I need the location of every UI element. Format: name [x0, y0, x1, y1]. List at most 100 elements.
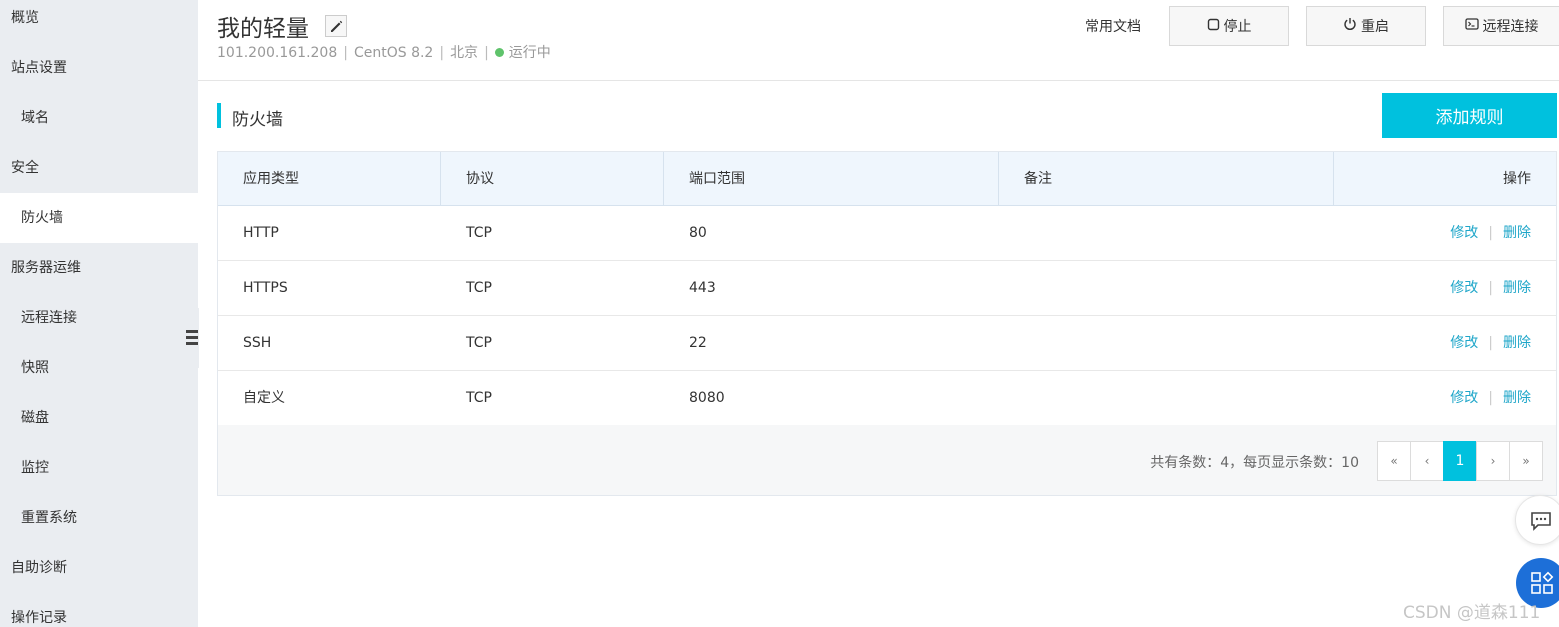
- edit-rule-link[interactable]: 修改: [1450, 280, 1478, 296]
- table-footer: 共有条数：4，每页显示条数：10 « ‹ 1 › »: [218, 425, 1556, 495]
- sidebar-item-self-diagnosis[interactable]: 自助诊断: [0, 550, 198, 600]
- remote-connect-button-label: 远程连接: [1482, 19, 1539, 35]
- cell-app-type: 自定义: [243, 390, 285, 406]
- cell-port-range: 443: [689, 280, 716, 296]
- cell-app-type: HTTP: [243, 225, 279, 241]
- watermark: CSDN @道森111: [1403, 603, 1541, 623]
- sidebar-item-label: 监控: [21, 460, 49, 476]
- cell-protocol: TCP: [466, 390, 492, 406]
- delete-rule-link[interactable]: 删除: [1503, 335, 1531, 351]
- cell-protocol: TCP: [466, 335, 492, 351]
- info-separator: |: [484, 45, 489, 61]
- sidebar-item-firewall[interactable]: 防火墙: [0, 193, 198, 243]
- sidebar-item-site-settings[interactable]: 站点设置: [0, 50, 198, 100]
- cell-port-range: 22: [689, 335, 707, 351]
- section-accent-bar: [217, 103, 221, 128]
- first-page-button[interactable]: «: [1377, 441, 1411, 481]
- stop-icon: [1207, 18, 1220, 35]
- docs-link[interactable]: 常用文档: [1085, 16, 1141, 36]
- power-icon: [1343, 17, 1357, 35]
- column-header-protocol: 协议: [441, 152, 664, 206]
- action-separator: |: [1488, 335, 1493, 351]
- sidebar-item-label: 自助诊断: [11, 560, 67, 576]
- table-row: 自定义 TCP 8080 修改 | 删除: [218, 371, 1556, 426]
- section-title: 防火墙: [232, 110, 283, 130]
- sidebar-item-label: 站点设置: [11, 60, 67, 76]
- sidebar-item-domain[interactable]: 域名: [0, 100, 198, 150]
- instance-region: 北京: [450, 45, 479, 61]
- add-rule-button[interactable]: 添加规则: [1382, 93, 1557, 138]
- info-separator: |: [343, 45, 348, 61]
- sidebar-item-label: 快照: [21, 360, 49, 376]
- table-row: HTTP TCP 80 修改 | 删除: [218, 206, 1556, 261]
- next-page-button[interactable]: ›: [1476, 441, 1510, 481]
- action-separator: |: [1488, 225, 1493, 241]
- action-separator: |: [1488, 390, 1493, 406]
- column-header-app-type: 应用类型: [218, 152, 441, 206]
- sidebar: 概览 站点设置 域名 安全 防火墙 服务器运维 远程连接 快照 磁盘 监控 重置…: [0, 0, 198, 627]
- instance-header: 我的轻量 101.200.161.208 | CentOS 8.2 | 北京 | 运行中 常…: [198, 0, 1559, 81]
- pagination-summary: 共有条数：4，每页显示条数：10: [1150, 455, 1359, 471]
- instance-ip: 101.200.161.208: [217, 45, 338, 61]
- sidebar-item-monitor[interactable]: 监控: [0, 450, 198, 500]
- sidebar-item-label: 远程连接: [21, 310, 77, 326]
- sidebar-item-label: 安全: [11, 160, 39, 176]
- sidebar-item-overview[interactable]: 概览: [0, 0, 198, 50]
- edit-rule-link[interactable]: 修改: [1450, 225, 1478, 241]
- sidebar-item-label: 操作记录: [11, 610, 67, 626]
- delete-rule-link[interactable]: 删除: [1503, 225, 1531, 241]
- sidebar-item-remote-connect[interactable]: 远程连接: [0, 300, 198, 350]
- table-row: SSH TCP 22 修改 | 删除: [218, 316, 1556, 371]
- sidebar-item-label: 服务器运维: [11, 260, 81, 276]
- prev-page-button[interactable]: ‹: [1410, 441, 1444, 481]
- sidebar-item-label: 域名: [21, 110, 49, 126]
- row-actions: 修改 | 删除: [1450, 206, 1531, 260]
- pagination: « ‹ 1 › »: [1377, 441, 1543, 481]
- sidebar-item-label: 概览: [11, 10, 39, 26]
- action-separator: |: [1488, 280, 1493, 296]
- column-header-actions: 操作: [1503, 171, 1531, 187]
- page-title: 我的轻量: [217, 16, 309, 42]
- status-dot-icon: [494, 48, 504, 57]
- table-row: HTTPS TCP 443 修改 | 删除: [218, 261, 1556, 316]
- chat-float-button[interactable]: [1515, 495, 1559, 545]
- cell-port-range: 8080: [689, 390, 725, 406]
- delete-rule-link[interactable]: 删除: [1503, 390, 1531, 406]
- instance-os: CentOS 8.2: [353, 45, 434, 61]
- remote-connect-button[interactable]: 远程连接: [1443, 6, 1559, 46]
- row-actions: 修改 | 删除: [1450, 316, 1531, 370]
- column-header-note: 备注: [999, 152, 1334, 206]
- chat-icon: [1530, 511, 1552, 535]
- sidebar-item-operation-log[interactable]: 操作记录: [0, 600, 198, 627]
- collapse-icon: [186, 330, 198, 346]
- edit-icon[interactable]: [325, 15, 347, 37]
- sidebar-collapse-handle[interactable]: [181, 308, 199, 368]
- terminal-icon: [1464, 17, 1479, 35]
- sidebar-item-snapshot[interactable]: 快照: [0, 350, 198, 400]
- instance-status: 运行中: [508, 45, 551, 61]
- cell-app-type: HTTPS: [243, 280, 288, 296]
- sidebar-item-server-ops[interactable]: 服务器运维: [0, 250, 198, 300]
- row-actions: 修改 | 删除: [1450, 261, 1531, 315]
- sidebar-item-label: 重置系统: [21, 510, 77, 526]
- sidebar-item-label: 磁盘: [21, 410, 49, 426]
- cell-protocol: TCP: [466, 225, 492, 241]
- cell-port-range: 80: [689, 225, 707, 241]
- sidebar-item-reset-system[interactable]: 重置系统: [0, 500, 198, 550]
- restart-button-label: 重启: [1361, 19, 1389, 35]
- info-separator: |: [439, 45, 445, 61]
- cell-protocol: TCP: [466, 280, 492, 296]
- last-page-button[interactable]: »: [1509, 441, 1543, 481]
- apps-grid-icon: [1530, 571, 1554, 599]
- stop-button[interactable]: 停止: [1169, 6, 1289, 46]
- page-1-button[interactable]: 1: [1443, 441, 1477, 481]
- edit-rule-link[interactable]: 修改: [1450, 390, 1478, 406]
- restart-button[interactable]: 重启: [1306, 6, 1426, 46]
- delete-rule-link[interactable]: 删除: [1503, 280, 1531, 296]
- sidebar-item-label: 防火墙: [21, 210, 63, 226]
- edit-rule-link[interactable]: 修改: [1450, 335, 1478, 351]
- cell-app-type: SSH: [243, 335, 272, 351]
- sidebar-item-disk[interactable]: 磁盘: [0, 400, 198, 450]
- instance-info: 101.200.161.208 | CentOS 8.2 | 北京 | 运行中: [217, 42, 551, 62]
- table-header: 应用类型 协议 端口范围 备注 操作: [218, 152, 1556, 206]
